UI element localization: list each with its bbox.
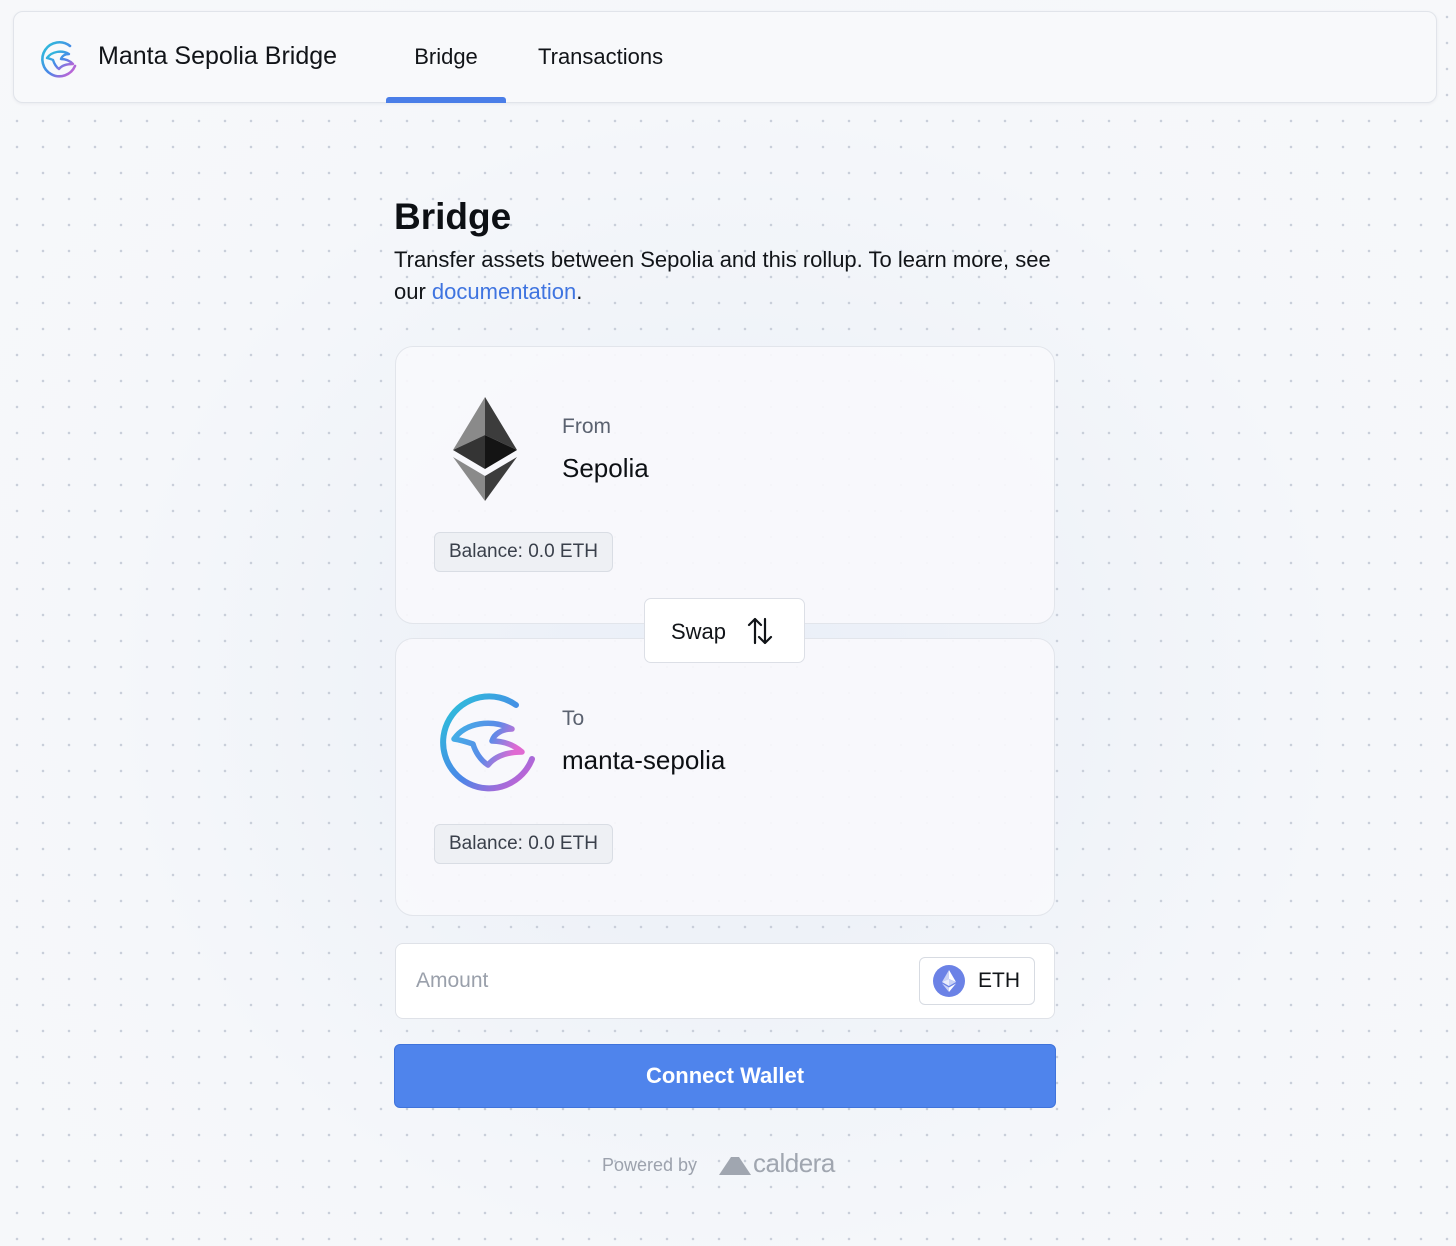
- page-title: Bridge: [394, 196, 512, 237]
- swap-arrows-icon: [747, 617, 773, 645]
- from-chain-card: From Sepolia Balance: 0.0 ETH: [395, 346, 1055, 624]
- documentation-link[interactable]: documentation: [432, 279, 576, 304]
- to-chain-card: To manta-sepolia Balance: 0.0 ETH: [395, 638, 1055, 916]
- tab-bridge[interactable]: Bridge: [386, 44, 506, 70]
- manta-logo-icon[interactable]: [38, 38, 80, 80]
- from-chain-name: Sepolia: [562, 453, 649, 483]
- app-title: Manta Sepolia Bridge: [98, 42, 338, 70]
- active-tab-indicator: [386, 97, 506, 103]
- caldera-wordmark: caldera: [753, 1148, 835, 1178]
- amount-input[interactable]: [416, 962, 896, 1000]
- swap-label: Swap: [671, 619, 727, 644]
- token-label: ETH: [978, 969, 1020, 992]
- from-label: From: [562, 415, 611, 438]
- manta-logo-icon: [440, 693, 535, 792]
- caldera-logo-icon: [719, 1157, 751, 1175]
- ethereum-icon: [453, 397, 517, 501]
- to-balance-badge: Balance: 0.0 ETH: [434, 824, 613, 864]
- connect-wallet-button[interactable]: Connect Wallet: [394, 1044, 1056, 1108]
- from-balance-badge: Balance: 0.0 ETH: [434, 532, 613, 572]
- subtitle-end: .: [576, 279, 583, 304]
- to-chain-name: manta-sepolia: [562, 745, 726, 775]
- eth-token-icon: [933, 965, 965, 997]
- swap-button[interactable]: Swap: [644, 598, 805, 663]
- top-nav-bar: Manta Sepolia Bridge Bridge Transactions: [13, 11, 1437, 103]
- tab-transactions[interactable]: Transactions: [538, 44, 663, 70]
- token-selector[interactable]: ETH: [919, 957, 1035, 1005]
- powered-by-label: Powered by: [602, 1155, 698, 1175]
- amount-field-container: ETH: [395, 943, 1055, 1019]
- to-label: To: [562, 707, 585, 730]
- page-subtitle: Transfer assets between Sepolia and this…: [394, 244, 1064, 308]
